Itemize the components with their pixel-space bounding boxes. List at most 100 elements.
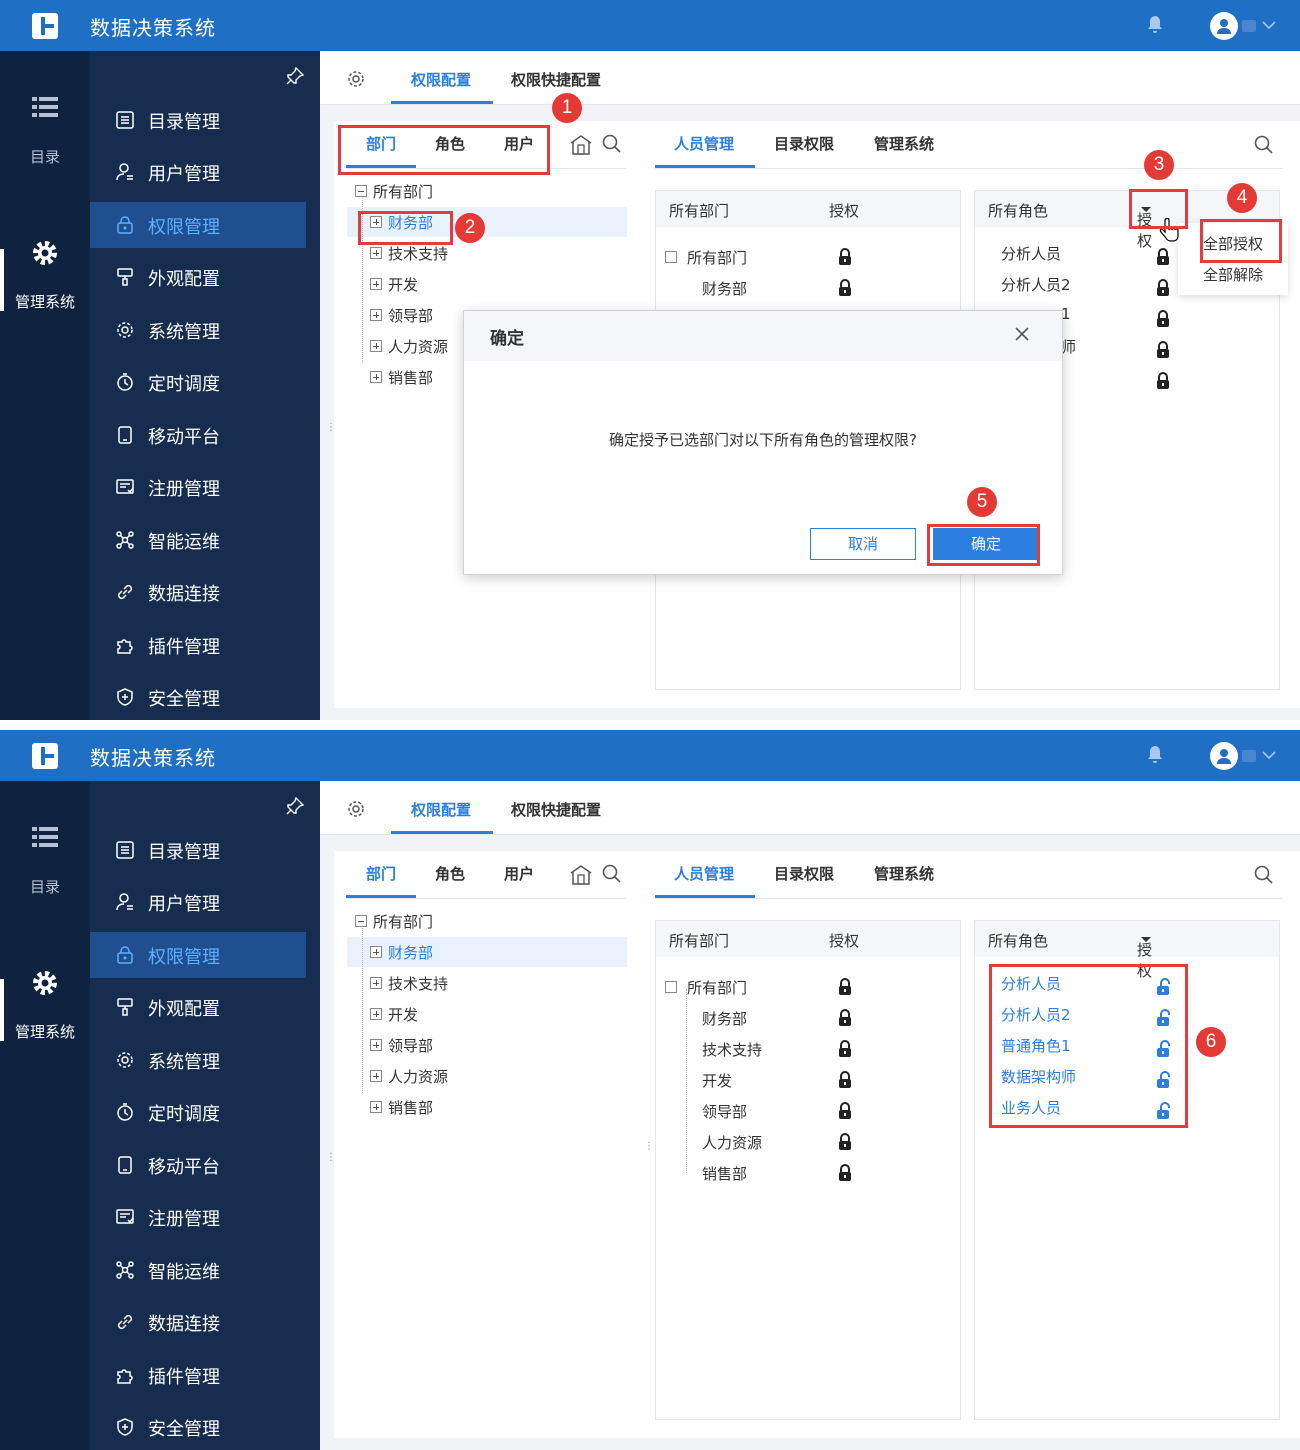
resize-handle[interactable]: ⋮	[326, 1153, 336, 1163]
menu-item-schedule[interactable]: 定时调度	[90, 1089, 306, 1135]
tab-management-system[interactable]: 管理系统	[874, 863, 934, 884]
menu-item-register[interactable]: 注册管理	[90, 464, 306, 510]
tab-department[interactable]: 部门	[366, 863, 396, 884]
lock-icon[interactable]	[838, 279, 852, 297]
resize-handle[interactable]: ⋮	[326, 423, 336, 433]
settings-icon[interactable]	[347, 800, 365, 818]
tab-personnel[interactable]: 人员管理	[674, 133, 734, 154]
lock-icon[interactable]	[1156, 341, 1170, 359]
menu-item-security[interactable]: 安全管理	[90, 674, 306, 720]
collapse-icon[interactable]	[665, 251, 677, 263]
menu-item-plugins[interactable]: 插件管理	[90, 1352, 306, 1398]
annotation-box	[1200, 219, 1282, 263]
lock-icon[interactable]	[838, 1164, 852, 1182]
tab-catalog-permission[interactable]: 目录权限	[774, 133, 834, 154]
close-icon[interactable]	[1014, 326, 1030, 342]
menu-item-data-connection[interactable]: 数据连接	[90, 569, 306, 615]
lock-icon[interactable]	[1156, 372, 1170, 390]
role-row-partial[interactable]: 师	[1061, 336, 1076, 366]
menu-item-ops[interactable]: 智能运维	[90, 517, 306, 563]
collapse-icon[interactable]	[355, 915, 367, 927]
chevron-down-icon[interactable]	[1262, 748, 1276, 762]
timer-icon	[117, 1103, 133, 1121]
auth-dropdown-trigger[interactable]: 授权	[1137, 930, 1152, 980]
lock-icon[interactable]	[838, 1102, 852, 1120]
rail-directory[interactable]: 目录	[0, 96, 90, 167]
menu-item-plugins[interactable]: 插件管理	[90, 622, 306, 668]
tab-management-system[interactable]: 管理系统	[874, 133, 934, 154]
chevron-down-icon[interactable]	[1262, 18, 1276, 32]
expand-icon[interactable]	[370, 371, 382, 383]
step-badge: 5	[967, 487, 997, 517]
tab-permission-config[interactable]: 权限配置	[411, 799, 471, 820]
expand-icon[interactable]	[370, 340, 382, 352]
menu-item-system[interactable]: 系统管理	[90, 307, 306, 353]
cancel-button[interactable]: 取消	[810, 528, 916, 560]
bell-icon[interactable]	[1146, 745, 1164, 765]
collapse-icon[interactable]	[665, 981, 677, 993]
tab-quick-permission-config[interactable]: 权限快捷配置	[511, 69, 601, 90]
tab-personnel[interactable]: 人员管理	[674, 863, 734, 884]
expand-icon[interactable]	[370, 1070, 382, 1082]
pin-icon[interactable]	[286, 67, 304, 85]
expand-icon[interactable]	[370, 309, 382, 321]
menu-item-catalog[interactable]: 目录管理	[90, 97, 306, 143]
expand-icon[interactable]	[370, 1101, 382, 1113]
building-icon[interactable]	[570, 135, 592, 155]
menu-item-ops[interactable]: 智能运维	[90, 1247, 306, 1293]
search-icon[interactable]	[1254, 135, 1274, 155]
search-icon[interactable]	[1254, 865, 1274, 885]
catalog-icon	[116, 111, 134, 129]
tab-quick-permission-config[interactable]: 权限快捷配置	[511, 799, 601, 820]
search-icon[interactable]	[602, 134, 622, 154]
expand-icon[interactable]	[370, 1039, 382, 1051]
menu-item-permissions[interactable]: 权限管理	[90, 932, 306, 978]
menu-item-system[interactable]: 系统管理	[90, 1037, 306, 1083]
bell-icon[interactable]	[1146, 15, 1164, 35]
rail-admin[interactable]: 管理系统	[0, 239, 90, 312]
search-icon[interactable]	[602, 864, 622, 884]
expand-icon[interactable]	[370, 247, 382, 259]
rail-directory[interactable]: 目录	[0, 826, 90, 897]
lock-icon[interactable]	[838, 248, 852, 266]
lock-icon[interactable]	[838, 978, 852, 996]
revoke-all-option[interactable]: 全部解除	[1178, 264, 1288, 285]
role-row[interactable]: 分析人员	[1001, 243, 1061, 273]
pin-icon[interactable]	[286, 797, 304, 815]
menu-item-permissions[interactable]: 权限管理	[90, 202, 306, 248]
menu-item-data-connection[interactable]: 数据连接	[90, 1299, 306, 1345]
menu-item-appearance[interactable]: 外观配置	[90, 254, 306, 300]
menu-item-schedule[interactable]: 定时调度	[90, 359, 306, 405]
building-icon[interactable]	[570, 865, 592, 885]
tab-catalog-permission[interactable]: 目录权限	[774, 863, 834, 884]
lock-icon[interactable]	[838, 1009, 852, 1027]
expand-icon[interactable]	[370, 278, 382, 290]
user-avatar[interactable]	[1210, 742, 1238, 770]
collapse-icon[interactable]	[355, 185, 367, 197]
tab-role[interactable]: 角色	[435, 863, 465, 884]
settings-icon[interactable]	[347, 70, 365, 88]
user-avatar[interactable]	[1210, 12, 1238, 40]
tab-permission-config[interactable]: 权限配置	[411, 69, 471, 90]
rail-admin[interactable]: 管理系统	[0, 969, 90, 1042]
lock-icon[interactable]	[838, 1040, 852, 1058]
menu-item-appearance[interactable]: 外观配置	[90, 984, 306, 1030]
lock-icon[interactable]	[838, 1071, 852, 1089]
menu-item-register[interactable]: 注册管理	[90, 1194, 306, 1240]
menu-item-catalog[interactable]: 目录管理	[90, 827, 306, 873]
lock-icon[interactable]	[838, 1133, 852, 1151]
expand-icon[interactable]	[370, 1008, 382, 1020]
menu-item-users[interactable]: 用户管理	[90, 879, 306, 925]
lock-icon[interactable]	[1156, 248, 1170, 266]
expand-icon[interactable]	[370, 946, 382, 958]
resize-handle[interactable]: ⋮	[644, 1142, 654, 1152]
lock-icon[interactable]	[1156, 279, 1170, 297]
menu-item-security[interactable]: 安全管理	[90, 1404, 306, 1450]
lock-icon[interactable]	[1156, 310, 1170, 328]
tab-user[interactable]: 用户	[504, 863, 534, 884]
menu-item-users[interactable]: 用户管理	[90, 149, 306, 195]
menu-item-mobile[interactable]: 移动平台	[90, 412, 306, 458]
menu-item-mobile[interactable]: 移动平台	[90, 1142, 306, 1188]
expand-icon[interactable]	[370, 977, 382, 989]
role-row[interactable]: 分析人员2	[1001, 274, 1071, 304]
